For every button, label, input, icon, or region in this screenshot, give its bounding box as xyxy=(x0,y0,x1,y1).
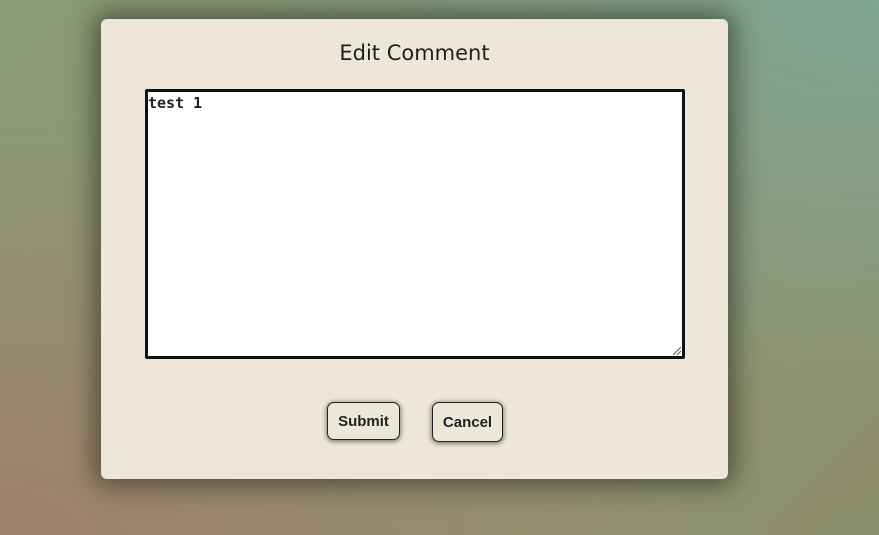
resize-grip-icon[interactable] xyxy=(670,344,682,356)
cancel-button[interactable]: Cancel xyxy=(432,402,503,442)
edit-comment-dialog: Edit Comment Submit Cancel xyxy=(101,19,728,479)
dialog-title: Edit Comment xyxy=(339,41,490,65)
comment-textarea[interactable] xyxy=(145,89,685,359)
submit-button[interactable]: Submit xyxy=(327,402,400,440)
